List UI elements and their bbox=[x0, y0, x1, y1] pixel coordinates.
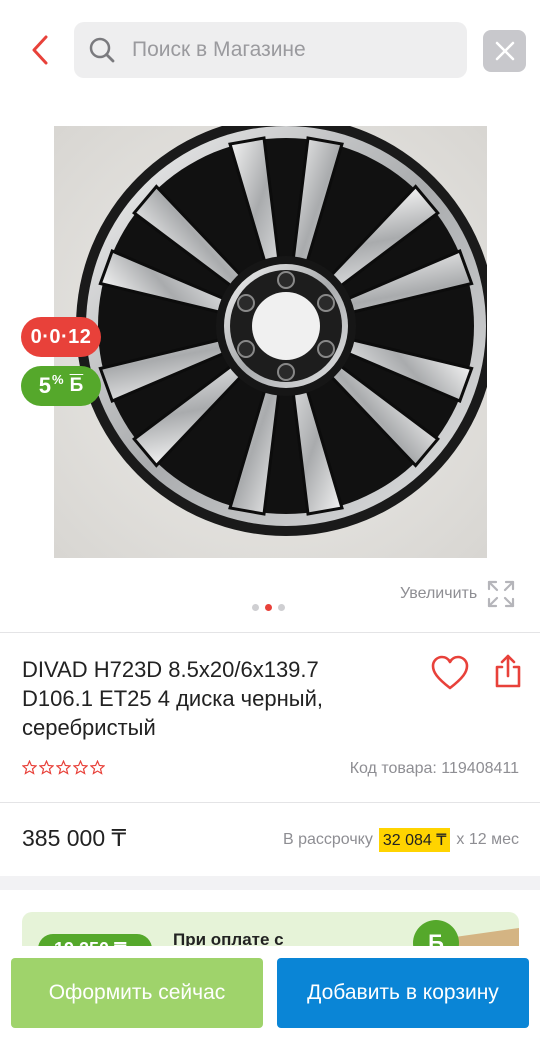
installment-info[interactable]: В рассрочку 32 084 ₸ x 12 мес bbox=[283, 828, 519, 852]
divider bbox=[0, 632, 540, 633]
bonus-letter: Б bbox=[69, 375, 84, 396]
star-icon bbox=[22, 760, 37, 775]
product-gallery[interactable]: 0·0·12 5 % Б Увеличить bbox=[0, 100, 540, 632]
star-icon bbox=[73, 760, 88, 775]
bonus-percent: 5 bbox=[38, 373, 52, 398]
bonus-percent-sign: % bbox=[52, 371, 64, 387]
installment-label: В рассрочку bbox=[282, 831, 373, 848]
close-button[interactable] bbox=[483, 30, 526, 72]
favorite-button[interactable] bbox=[431, 655, 469, 691]
bottom-action-bar: Оформить сейчас Добавить в корзину bbox=[0, 946, 540, 1037]
share-icon bbox=[495, 654, 521, 688]
star-icon bbox=[39, 760, 54, 775]
wheel-image bbox=[54, 126, 487, 558]
pagination-dot-active[interactable] bbox=[265, 604, 272, 611]
bonus-badge: 5 % Б bbox=[21, 366, 101, 406]
installment-amount: 32 084 ₸ bbox=[378, 828, 451, 852]
star-icon bbox=[90, 760, 105, 775]
product-image[interactable] bbox=[54, 126, 487, 558]
zoom-button[interactable]: Увеличить bbox=[400, 580, 515, 608]
installment-term: x 12 мес bbox=[456, 831, 519, 848]
pagination-dot[interactable] bbox=[252, 604, 259, 611]
search-icon bbox=[89, 37, 115, 63]
product-code: Код товара: 119408411 bbox=[349, 760, 519, 777]
pagination-dot[interactable] bbox=[278, 604, 285, 611]
checkout-now-button[interactable]: Оформить сейчас bbox=[11, 958, 263, 1028]
installment-badge: 0·0·12 bbox=[21, 317, 101, 357]
close-icon bbox=[495, 41, 514, 61]
gallery-pagination[interactable] bbox=[252, 604, 285, 611]
add-to-cart-button[interactable]: Добавить в корзину bbox=[277, 958, 529, 1028]
expand-icon bbox=[488, 580, 515, 608]
star-icon bbox=[56, 760, 71, 775]
section-separator bbox=[0, 876, 540, 890]
divider bbox=[0, 802, 540, 803]
back-button[interactable] bbox=[22, 30, 58, 70]
search-bar[interactable] bbox=[74, 22, 467, 78]
search-input[interactable] bbox=[132, 38, 432, 62]
product-price: 385 000 ₸ bbox=[22, 825, 127, 851]
share-button[interactable] bbox=[494, 653, 522, 689]
header bbox=[0, 0, 540, 100]
product-title: DIVAD H723D 8.5x20/6x139.7 D106.1 ET25 4… bbox=[22, 657, 323, 740]
chevron-left-icon bbox=[32, 35, 48, 65]
heart-icon bbox=[431, 655, 469, 690]
rating-stars[interactable] bbox=[22, 760, 105, 775]
zoom-label: Увеличить bbox=[400, 585, 478, 602]
